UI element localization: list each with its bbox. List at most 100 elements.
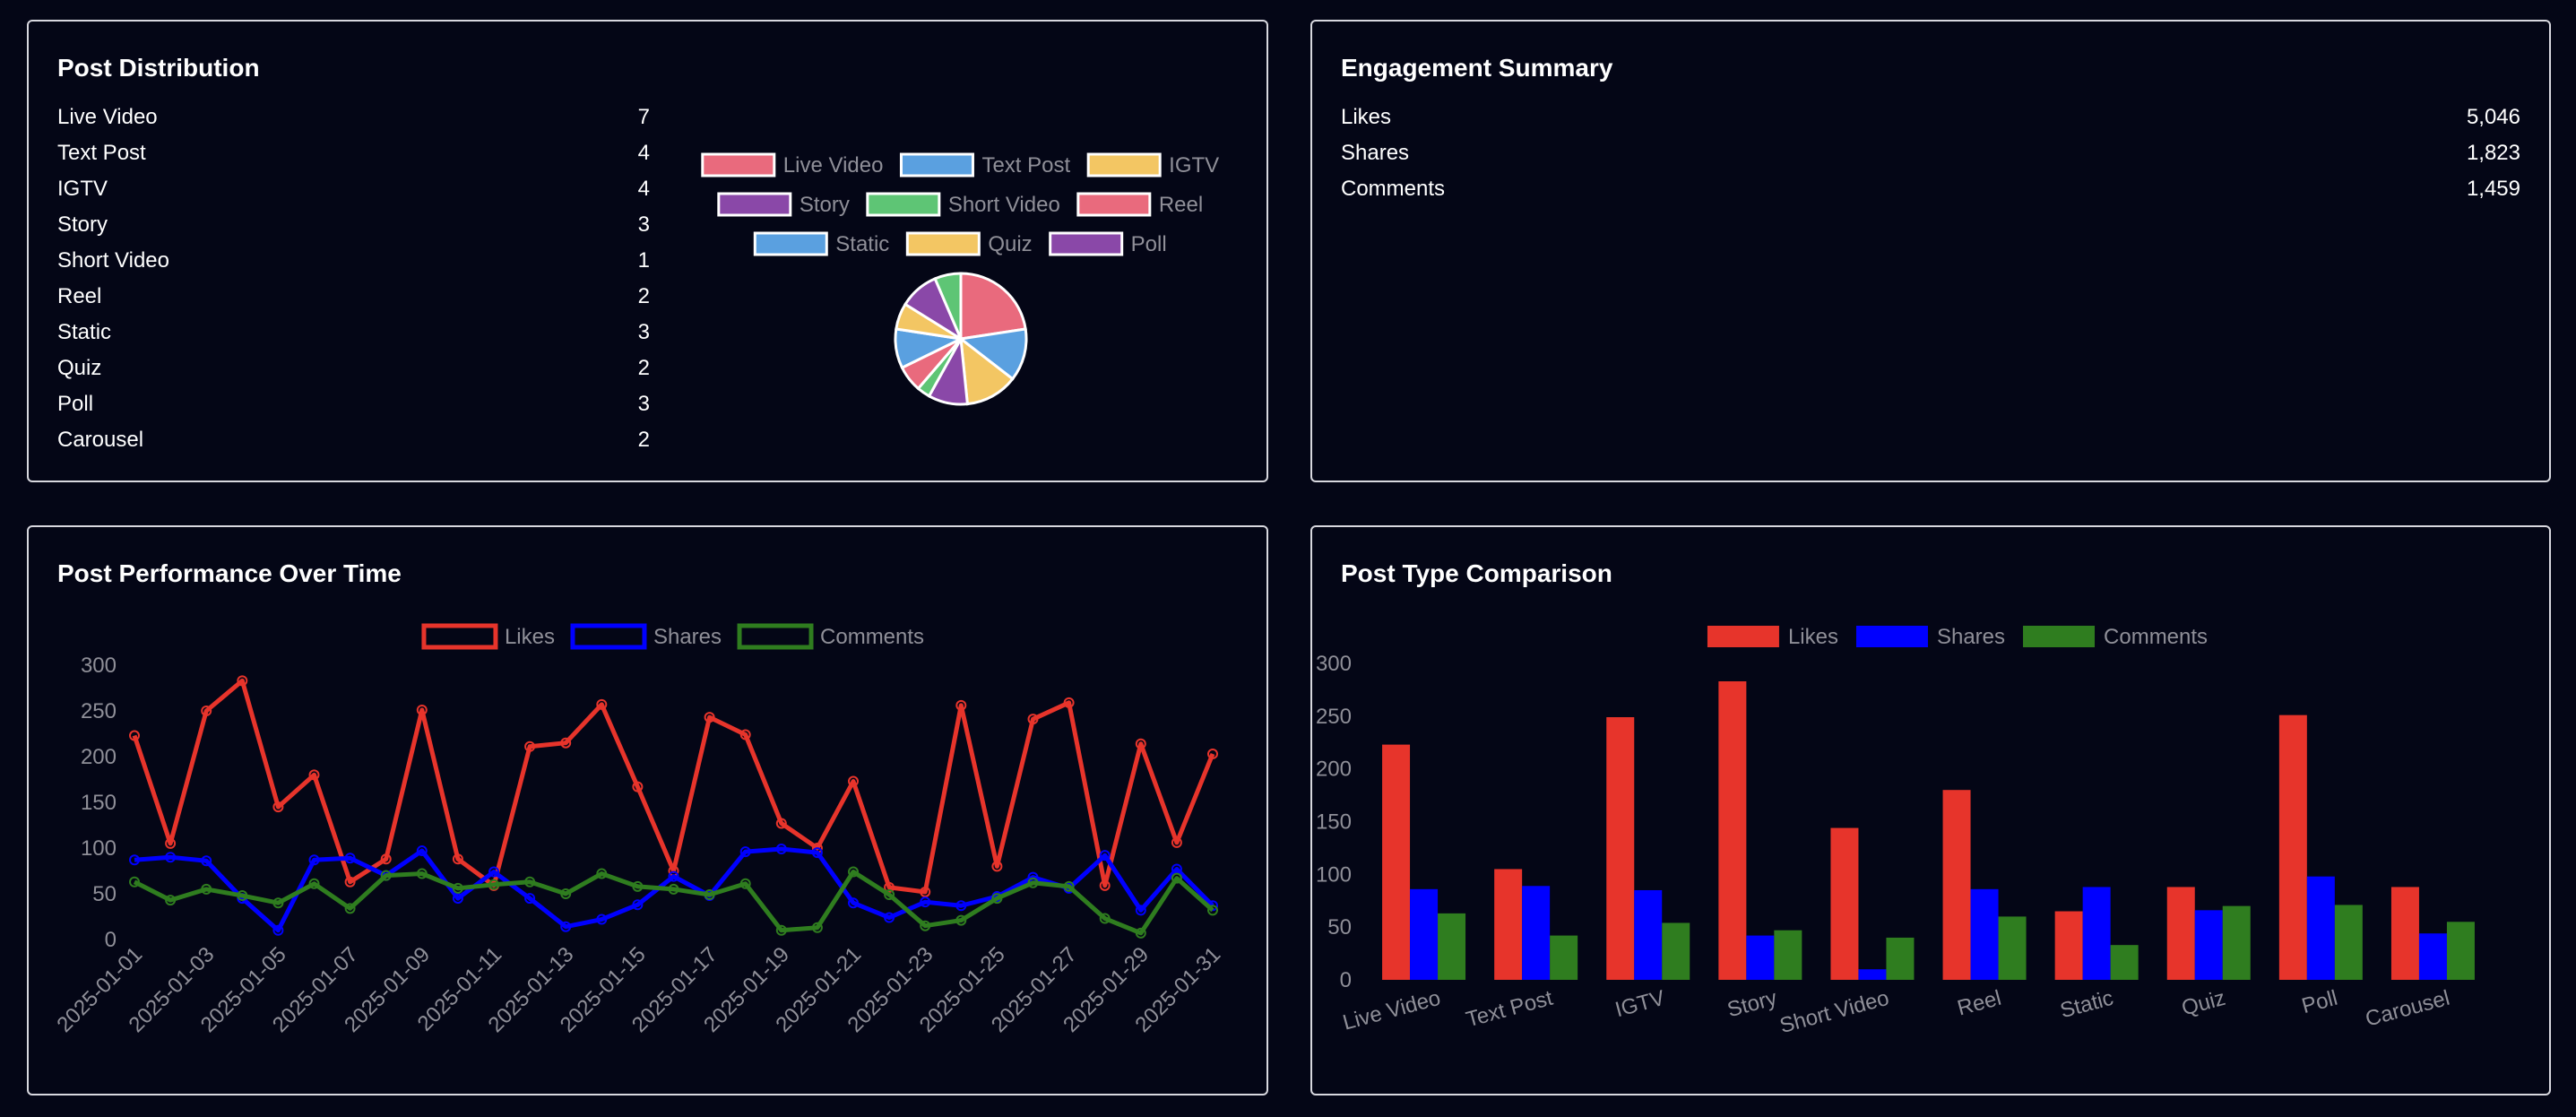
x-tick-label: Poll xyxy=(2299,986,2340,1018)
y-tick-label: 200 xyxy=(1316,758,1352,782)
x-tick-label: Reel xyxy=(1955,986,2004,1021)
post-performance-line-chart: Likes Shares Comments050100150200250300202… xyxy=(52,623,1225,1037)
bar-likes-carousel xyxy=(2390,887,2419,980)
legend-swatch-live-video xyxy=(701,152,776,178)
post-type-count-label: Story xyxy=(57,212,108,237)
bar-comments-carousel xyxy=(2446,922,2475,980)
y-tick-label: 0 xyxy=(1340,968,1352,992)
bar-comments-igtv xyxy=(1662,922,1690,980)
post-distribution-pie-chart: Live Video Text Post IGTV Story Short Video R… xyxy=(701,152,1219,406)
legend-label-comments: Comments xyxy=(2104,625,2208,649)
bar-likes-reel xyxy=(1942,790,1971,980)
bar-shares-reel xyxy=(1970,888,1999,980)
legend-swatch-shares xyxy=(570,623,647,650)
legend-label-live-video: Live Video xyxy=(783,153,884,178)
legend-swatch-static xyxy=(753,231,828,256)
legend-swatch-likes xyxy=(1707,626,1779,647)
y-tick-label: 250 xyxy=(1316,705,1352,729)
bar-likes-static xyxy=(2054,911,2083,980)
x-tick-label: Text Post xyxy=(1464,986,1556,1033)
legend-label-shares: Shares xyxy=(1937,625,2005,649)
post-type-count-value: 3 xyxy=(637,212,650,237)
bar-shares-live-video xyxy=(1410,888,1439,980)
bar-shares-carousel xyxy=(2418,933,2447,980)
post-type-count-value: 3 xyxy=(637,392,650,416)
bar-comments-story xyxy=(1774,930,1802,980)
bar-comments-text-post xyxy=(1550,935,1578,980)
y-tick-label: 200 xyxy=(81,745,117,769)
legend-label-quiz: Quiz xyxy=(988,232,1032,256)
x-tick-label: Static xyxy=(2058,986,2116,1024)
bar-likes-story xyxy=(1718,681,1747,980)
post-type-count-label: Short Video xyxy=(57,248,169,273)
bar-shares-poll xyxy=(2306,876,2335,980)
post-distribution-title: Post Distribution xyxy=(57,54,260,82)
bar-likes-short-video xyxy=(1830,827,1859,980)
legend-label-reel: Reel xyxy=(1159,193,1203,217)
post-type-count-value: 1 xyxy=(637,248,650,273)
legend-label-igtv: IGTV xyxy=(1169,153,1219,178)
post-type-count-label: Quiz xyxy=(57,356,102,380)
y-tick-label: 150 xyxy=(1316,810,1352,835)
post-type-count-value: 4 xyxy=(637,177,650,201)
post-type-count-value: 3 xyxy=(637,320,650,344)
bar-comments-live-video xyxy=(1438,913,1466,980)
legend-label-likes: Likes xyxy=(505,625,555,649)
post-type-count-label: IGTV xyxy=(57,177,108,201)
engagement-metric-label: Likes xyxy=(1341,105,1392,129)
legend-label-comments: Comments xyxy=(820,625,924,649)
y-tick-label: 0 xyxy=(105,928,117,952)
legend-swatch-comments xyxy=(737,623,814,650)
engagement-metric-value: 1,823 xyxy=(2466,141,2520,165)
y-tick-label: 50 xyxy=(92,882,117,906)
x-tick-label: Quiz xyxy=(2179,986,2228,1021)
engagement-summary-card: Engagement Summary Likes 5,046 Shares 1,823… xyxy=(1310,20,2551,482)
post-distribution-card: Post Distribution Live Video 7 Text Post 4 I… xyxy=(27,20,1268,482)
bar-shares-short-video xyxy=(1858,969,1887,980)
legend-label-static: Static xyxy=(835,232,889,256)
bar-comments-reel xyxy=(1998,916,2027,980)
post-type-count-label: Text Post xyxy=(57,141,146,165)
legend-label-story: Story xyxy=(800,193,850,217)
legend-swatch-text-post xyxy=(899,152,974,178)
post-type-comparison-bar-chart: Likes Shares Comments 0 50 100 150 200 250 300 Liv… xyxy=(1316,625,2475,1038)
post-type-count-value: 2 xyxy=(637,428,650,452)
engagement-metric-value: 5,046 xyxy=(2466,105,2520,129)
x-tick-label: Carousel xyxy=(2363,986,2452,1032)
x-tick-label: IGTV xyxy=(1612,986,1667,1023)
legend-label-poll: Poll xyxy=(1131,232,1167,256)
engagement-metric-value: 1,459 xyxy=(2466,177,2520,201)
legend-label-text-post: Text Post xyxy=(981,153,1070,178)
x-tick-label: Live Video xyxy=(1340,986,1443,1035)
legend-swatch-story xyxy=(717,192,792,217)
post-type-count-label: Carousel xyxy=(57,428,144,452)
bar-likes-quiz xyxy=(2166,887,2195,980)
bar-comments-static xyxy=(2110,945,2139,980)
bar-comments-poll xyxy=(2334,905,2363,980)
post-type-count-label: Static xyxy=(57,320,112,344)
bar-shares-text-post xyxy=(1522,886,1551,980)
legend-swatch-igtv xyxy=(1086,152,1162,178)
bar-shares-igtv xyxy=(1634,889,1663,980)
bar-likes-poll xyxy=(2278,714,2307,980)
legend-swatch-comments xyxy=(2023,626,2096,647)
y-tick-label: 50 xyxy=(1327,915,1352,939)
post-type-count-label: Reel xyxy=(57,284,102,308)
x-tick-label: Story xyxy=(1725,986,1779,1023)
bar-shares-quiz xyxy=(2194,910,2223,980)
post-type-count-value: 2 xyxy=(637,284,650,308)
bar-shares-static xyxy=(2082,887,2111,980)
legend-label-likes: Likes xyxy=(1788,625,1838,649)
legend-swatch-quiz xyxy=(905,231,981,256)
legend-swatch-short-video xyxy=(866,192,941,217)
post-type-count-label: Live Video xyxy=(57,105,158,129)
y-tick-label: 250 xyxy=(81,699,117,723)
legend-label-shares: Shares xyxy=(653,625,722,649)
y-tick-label: 300 xyxy=(81,654,117,678)
engagement-metric-label: Comments xyxy=(1341,177,1446,201)
pie-slice-live-video xyxy=(959,272,1027,341)
legend-swatch-shares xyxy=(1855,626,1928,647)
y-tick-label: 300 xyxy=(1316,652,1352,676)
post-type-comparison-card: Post Type Comparison Likes Shares Comments… xyxy=(1310,525,2551,1095)
legend-swatch-poll xyxy=(1049,231,1124,256)
